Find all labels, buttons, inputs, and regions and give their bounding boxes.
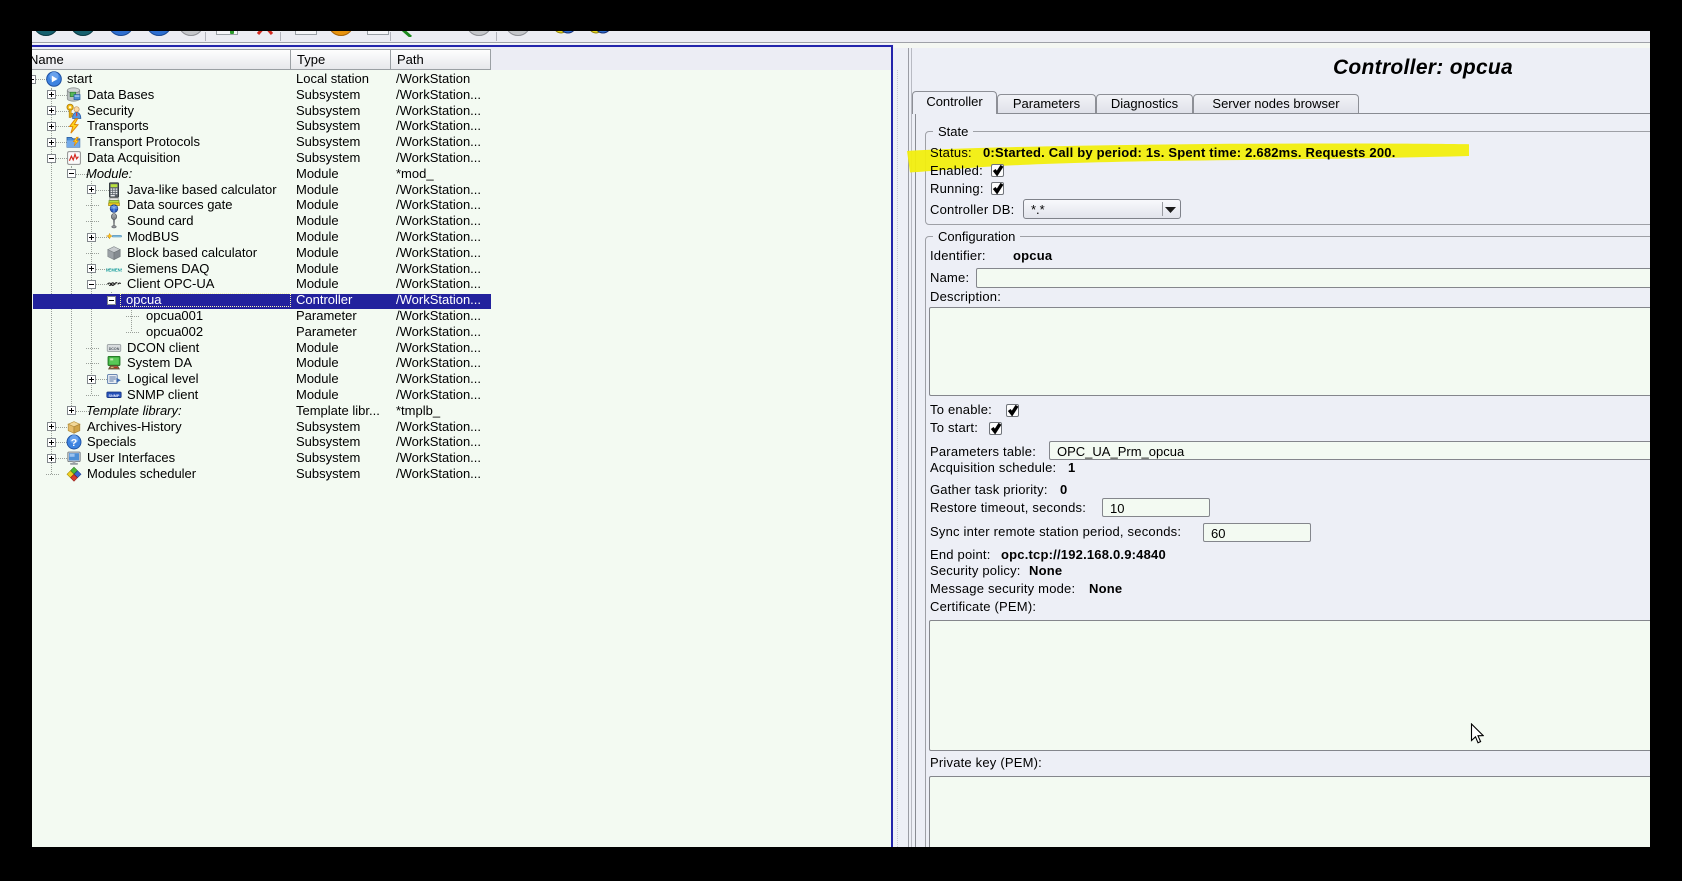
svg-text:SNMP: SNMP [109, 394, 120, 398]
svg-text:?: ? [71, 437, 77, 449]
svg-text:DCON: DCON [109, 346, 120, 350]
svg-text:SIEMENS: SIEMENS [106, 267, 122, 272]
